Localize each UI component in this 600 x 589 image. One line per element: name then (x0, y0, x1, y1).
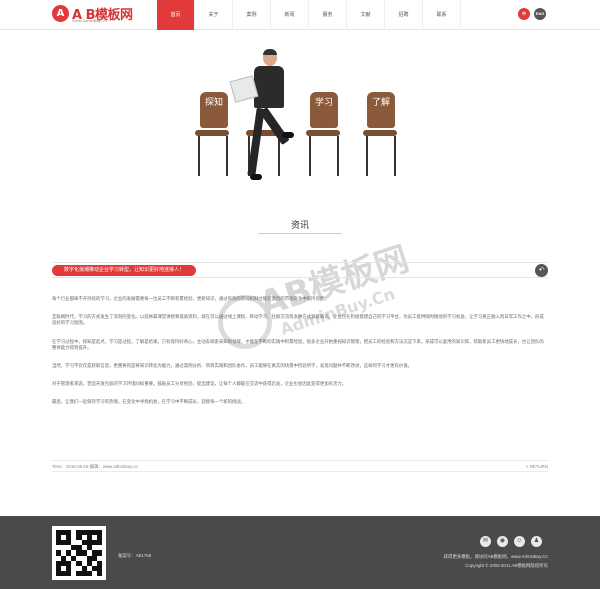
nav-item-about[interactable]: 关于 (195, 0, 233, 30)
chair-leg (226, 136, 228, 176)
section-title: 资讯 (290, 220, 309, 230)
article-paragraph: 每个行业都离不开持续的学习，企业的发展需要每一位员工不断积累经验、更新知识，通过… (52, 296, 329, 301)
nav-item-cases[interactable]: 案例 (233, 0, 271, 30)
chair-leg (394, 136, 396, 176)
person-leg (247, 107, 265, 177)
chair-seat (363, 130, 397, 136)
article-meta: Time：2015-05-18 编辑：www.adminbuy.cn (52, 464, 138, 469)
logo-subtitle: Www.AdminBuy.Cn (72, 18, 107, 23)
language-english-button[interactable]: ENG (534, 8, 546, 20)
logo-mark-icon: A (52, 5, 69, 22)
chair-explore: 探知 (200, 92, 228, 128)
article-body: 每个行业都离不开持续的学习，企业的发展需要每一位员工不断积累经验、更新知识，通过… (52, 296, 548, 418)
chair-learn: 学习 (310, 92, 338, 128)
qr-code-pattern (56, 530, 102, 576)
article-title-bar: 数字化浪潮推动企业学习转型，让知识更好地连接人！ ↶ (52, 262, 548, 278)
language-chinese-button[interactable]: 中 (518, 8, 530, 20)
qq-icon[interactable]: ☺ (514, 536, 525, 547)
person-body (254, 66, 284, 108)
nav-item-home[interactable]: 首页 (157, 0, 195, 30)
chair-leg (337, 136, 339, 176)
chair-seat (306, 130, 340, 136)
nav-item-services[interactable]: 服务 (309, 0, 347, 30)
nav-item-jobs[interactable]: 招聘 (385, 0, 423, 30)
main-nav: 首页 关于 案例 新闻 服务 文献 招聘 联系 (157, 0, 461, 30)
nav-item-contact[interactable]: 联系 (423, 0, 461, 30)
chair-seat (195, 130, 229, 136)
footer-record-number: 备案号：AB1768 (118, 553, 152, 558)
chair-leg (198, 136, 200, 176)
section-divider (258, 233, 342, 234)
qr-module (96, 570, 102, 576)
footer-info: 获得更多模板，请访问AB模板网，www.AdminBuy.Cn (443, 554, 548, 559)
person-leg (259, 107, 290, 145)
footer-social-icons: ✉ ◉ ☺ ♟ (480, 536, 542, 547)
shoe (282, 132, 294, 138)
article-paragraph: 当然，学习不仅仅是获取信息，更重要的是将知识转化为能力。通过案例分析、项目实践和… (52, 363, 413, 369)
site-logo[interactable]: A A B模板网 Www.AdminBuy.Cn (52, 4, 142, 26)
article-paragraph: 对于管理者来说，营造开放包容的学习环境同样重要。鼓励员工分享经验、提出建议，让每… (52, 381, 347, 387)
site-header: A A B模板网 Www.AdminBuy.Cn 首页 关于 案例 新闻 服务 … (0, 0, 600, 30)
article-title: 数字化浪潮推动企业学习转型，让知识更好地连接人！ (52, 265, 197, 276)
qr-code-image (52, 526, 106, 580)
chair-leg (366, 136, 368, 176)
nav-item-news[interactable]: 新闻 (271, 0, 309, 30)
person-hair (263, 49, 277, 55)
site-footer: 备案号：AB1768 ✉ ◉ ☺ ♟ 获得更多模板，请访问AB模板网，www.A… (0, 516, 600, 589)
wechat-icon[interactable]: ✉ (480, 536, 491, 547)
nav-item-documents[interactable]: 文献 (347, 0, 385, 30)
article-meta-bar: Time：2015-05-18 编辑：www.adminbuy.cn < RET… (52, 460, 548, 472)
article-paragraph: 互联网时代，学习的方式发生了深刻的变化。以前依靠课堂讲授和纸质资料，现在可以通过… (52, 314, 544, 326)
weibo-icon[interactable]: ◉ (497, 536, 508, 547)
chair-understand: 了解 (367, 92, 395, 128)
article-paragraph: 最后，让我们一起保持学习的热情，在变化中寻找机会，在学习中不断成长，迎接每一个新… (52, 399, 246, 405)
shoe (250, 174, 262, 180)
footer-copyright: Copyright © 2002-2011 AB模板网版权所有 (465, 563, 548, 568)
return-link[interactable]: < RETURN (526, 464, 548, 469)
user-icon[interactable]: ♟ (531, 536, 542, 547)
hero-banner-image: 探知 学习 了解 (160, 40, 440, 195)
chair-leg (309, 136, 311, 176)
back-icon[interactable]: ↶ (535, 264, 548, 277)
article-paragraph: 在学习过程中，探知是起点，学习是过程，了解是结果。只有保持好奇心，主动去探索未知… (52, 338, 544, 350)
